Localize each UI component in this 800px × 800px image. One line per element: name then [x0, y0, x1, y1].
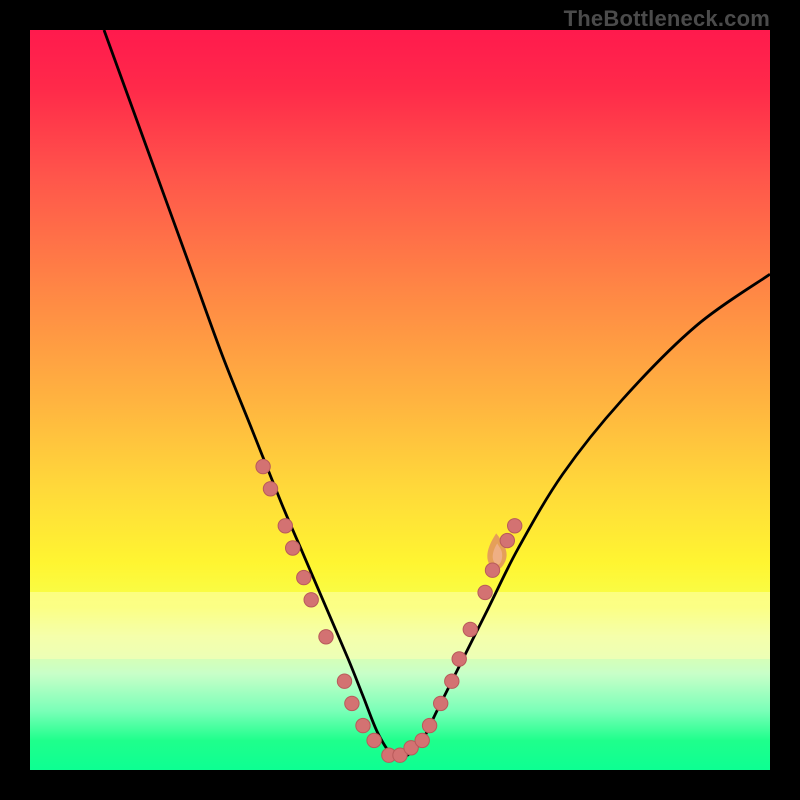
- data-marker: [345, 696, 359, 710]
- data-marker: [415, 733, 429, 747]
- data-marker: [485, 563, 499, 577]
- data-marker: [422, 718, 436, 732]
- data-marker: [319, 630, 333, 644]
- data-marker: [263, 482, 277, 496]
- data-marker: [356, 718, 370, 732]
- data-marker: [463, 622, 477, 636]
- data-marker: [367, 733, 381, 747]
- data-marker: [452, 652, 466, 666]
- data-markers: [256, 459, 522, 762]
- bottleneck-curve: [104, 30, 770, 758]
- data-marker: [278, 519, 292, 533]
- data-marker: [445, 674, 459, 688]
- data-marker: [508, 519, 522, 533]
- attribution-text: TheBottleneck.com: [564, 6, 770, 32]
- data-marker: [478, 585, 492, 599]
- data-marker: [337, 674, 351, 688]
- data-marker: [297, 570, 311, 584]
- chart-frame: [30, 30, 770, 770]
- data-marker: [286, 541, 300, 555]
- data-marker: [256, 459, 270, 473]
- data-marker: [434, 696, 448, 710]
- data-marker: [304, 593, 318, 607]
- bottleneck-chart: [30, 30, 770, 770]
- data-marker: [500, 533, 514, 547]
